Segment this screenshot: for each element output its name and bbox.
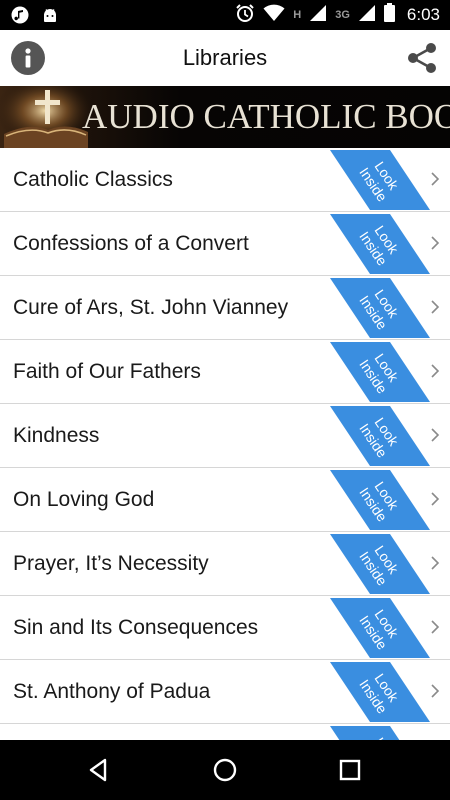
library-row-label: Confessions of a Convert <box>13 232 249 255</box>
library-list: Catholic Classics LookInside Confessions o… <box>0 148 450 740</box>
share-button[interactable] <box>404 40 440 76</box>
recents-icon[interactable] <box>335 755 365 785</box>
library-row[interactable]: Faith of Our Fathers LookInside <box>0 340 450 404</box>
library-row[interactable]: Sin and Its Consequences LookInside <box>0 596 450 660</box>
chevron-right-icon <box>431 300 440 314</box>
library-row-label: St. Anthony of Padua <box>13 680 211 703</box>
library-row[interactable]: St. Anthony of Padua LookInside <box>0 660 450 724</box>
library-row[interactable]: Cure of Ars, St. John Vianney LookInside <box>0 276 450 340</box>
library-row-label: Kindness <box>13 424 100 447</box>
signal-icon-2 <box>358 4 376 27</box>
library-row[interactable]: Prayer, It’s Necessity LookInside <box>0 532 450 596</box>
look-inside-button[interactable]: LookInside <box>330 278 430 338</box>
library-row[interactable]: LookInside <box>0 724 450 740</box>
home-icon[interactable] <box>210 755 240 785</box>
wifi-icon <box>263 4 285 27</box>
chevron-right-icon <box>431 172 440 186</box>
library-row-label: On Loving God <box>13 488 155 511</box>
library-row-label: Faith of Our Fathers <box>13 360 201 383</box>
battery-icon <box>383 3 395 27</box>
library-row-label: Cure of Ars, St. John Vianney <box>13 296 289 319</box>
look-inside-button[interactable]: LookInside <box>330 726 430 740</box>
look-inside-button[interactable]: LookInside <box>330 534 430 594</box>
android-icon <box>40 5 60 25</box>
back-icon[interactable] <box>84 755 114 785</box>
look-inside-button[interactable]: LookInside <box>330 598 430 658</box>
chevron-right-icon <box>431 364 440 378</box>
library-row-label: Sin and Its Consequences <box>13 616 259 639</box>
app-toolbar: Libraries <box>0 30 450 86</box>
chevron-right-icon <box>431 620 440 634</box>
library-row-label <box>13 724 318 740</box>
banner-title: AUDIO CATHOLIC BOOKS <box>82 97 450 136</box>
chevron-right-icon <box>431 556 440 570</box>
navigation-bar <box>0 740 450 800</box>
page-title: Libraries <box>182 45 268 70</box>
share-icon <box>408 43 436 73</box>
info-button[interactable] <box>11 41 45 75</box>
library-row[interactable]: Catholic Classics LookInside <box>0 148 450 212</box>
status-time: 6:03 <box>406 5 440 24</box>
status-left-icons <box>10 5 60 25</box>
library-row[interactable]: Confessions of a Convert LookInside <box>0 212 450 276</box>
status-bar: H 3G 6:03 <box>0 0 450 30</box>
banner: AUDIO CATHOLIC BOOKS <box>0 86 450 148</box>
chevron-right-icon <box>431 428 440 442</box>
library-row[interactable]: Kindness LookInside <box>0 404 450 468</box>
network-3g-label: 3G <box>335 9 350 21</box>
network-h-label: H <box>293 9 302 21</box>
music-note-icon <box>10 5 30 25</box>
chevron-right-icon <box>431 684 440 698</box>
info-icon <box>25 48 31 68</box>
signal-icon <box>309 4 327 27</box>
candle-cross-icon <box>0 86 90 148</box>
look-inside-button[interactable]: LookInside <box>330 150 430 210</box>
library-row-label: Prayer, It’s Necessity <box>13 552 209 575</box>
alarm-icon <box>235 3 255 28</box>
look-inside-button[interactable]: LookInside <box>330 214 430 274</box>
library-row-label: Catholic Classics <box>13 168 173 191</box>
chevron-right-icon <box>431 236 440 250</box>
library-row[interactable]: On Loving God LookInside <box>0 468 450 532</box>
look-inside-button[interactable]: LookInside <box>330 342 430 402</box>
look-inside-button[interactable]: LookInside <box>330 470 430 530</box>
look-inside-button[interactable]: LookInside <box>330 662 430 722</box>
chevron-right-icon <box>431 492 440 506</box>
status-right-icons: H 3G 6:03 <box>235 0 440 30</box>
look-inside-button[interactable]: LookInside <box>330 406 430 466</box>
